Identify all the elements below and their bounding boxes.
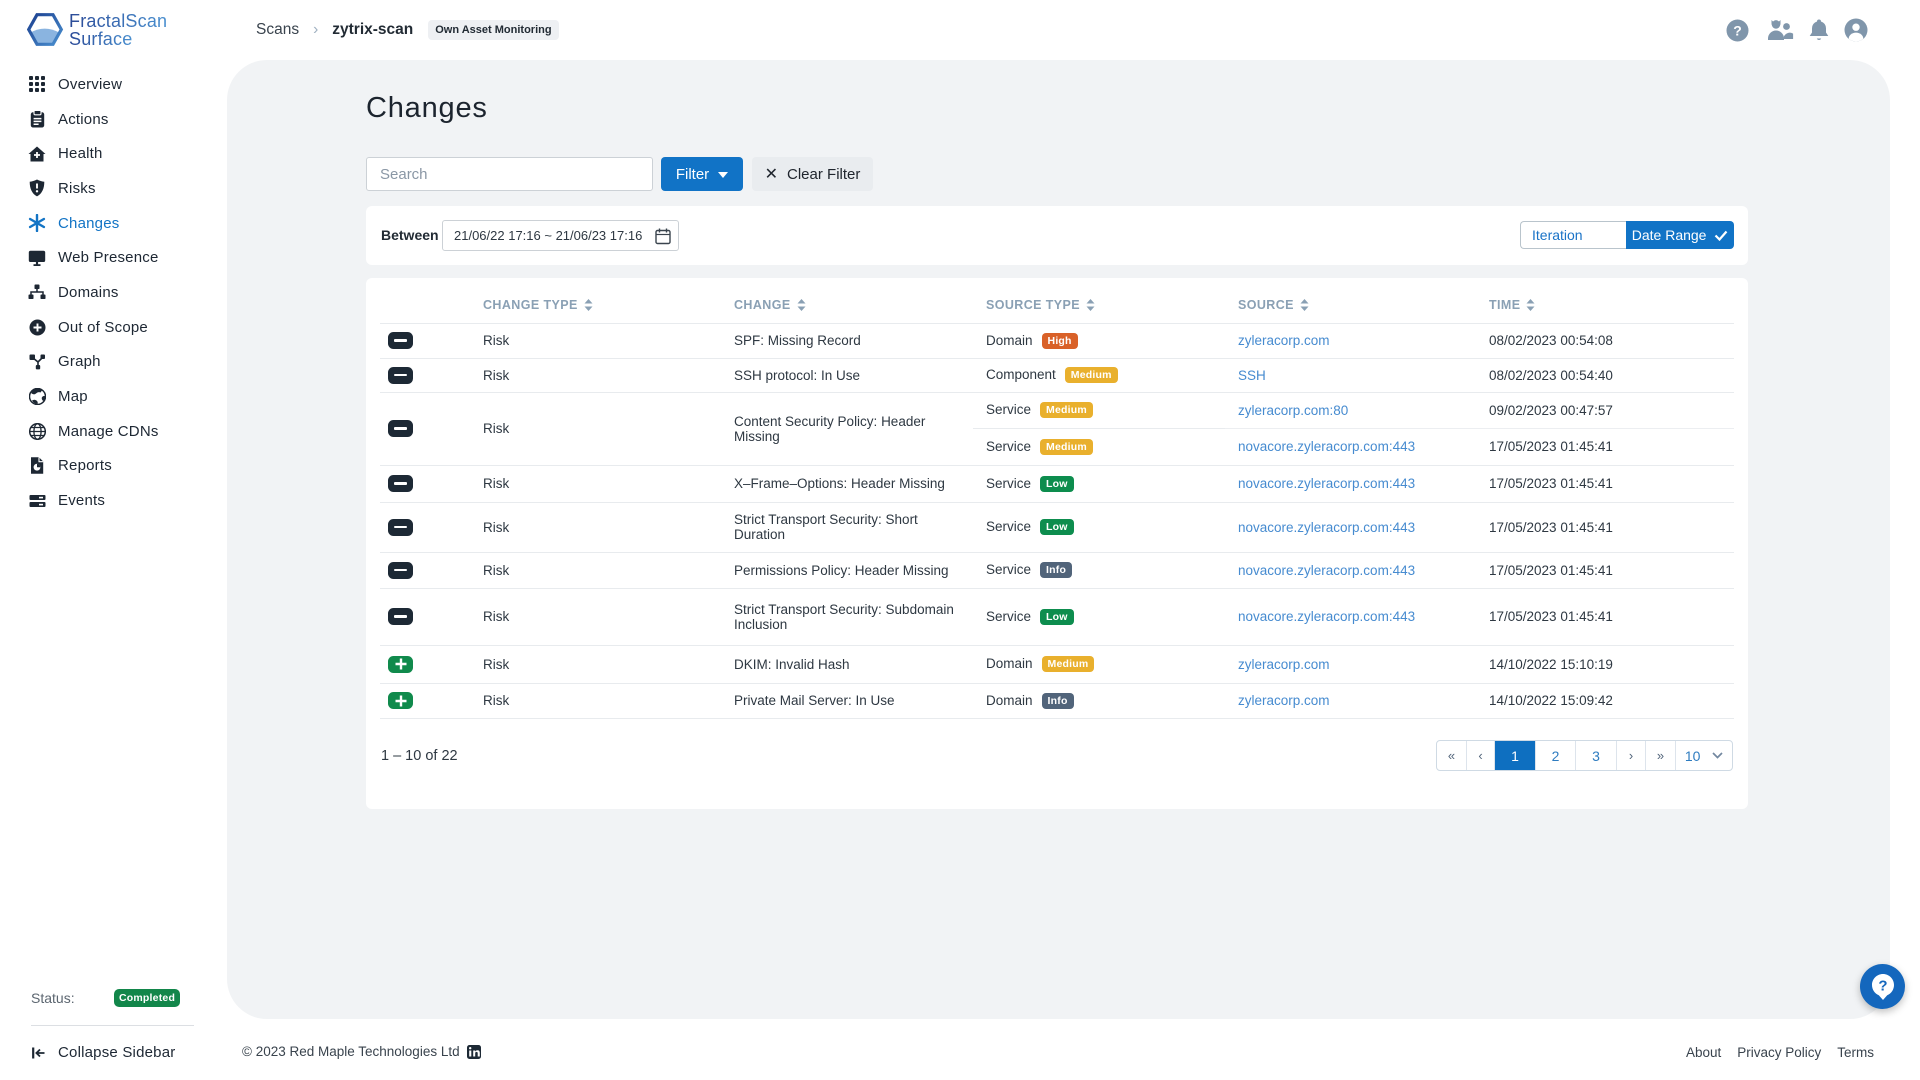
svg-text:?: ? [1878, 977, 1887, 994]
svg-text:?: ? [1733, 22, 1742, 38]
svg-text:Surface: Surface [69, 29, 132, 49]
